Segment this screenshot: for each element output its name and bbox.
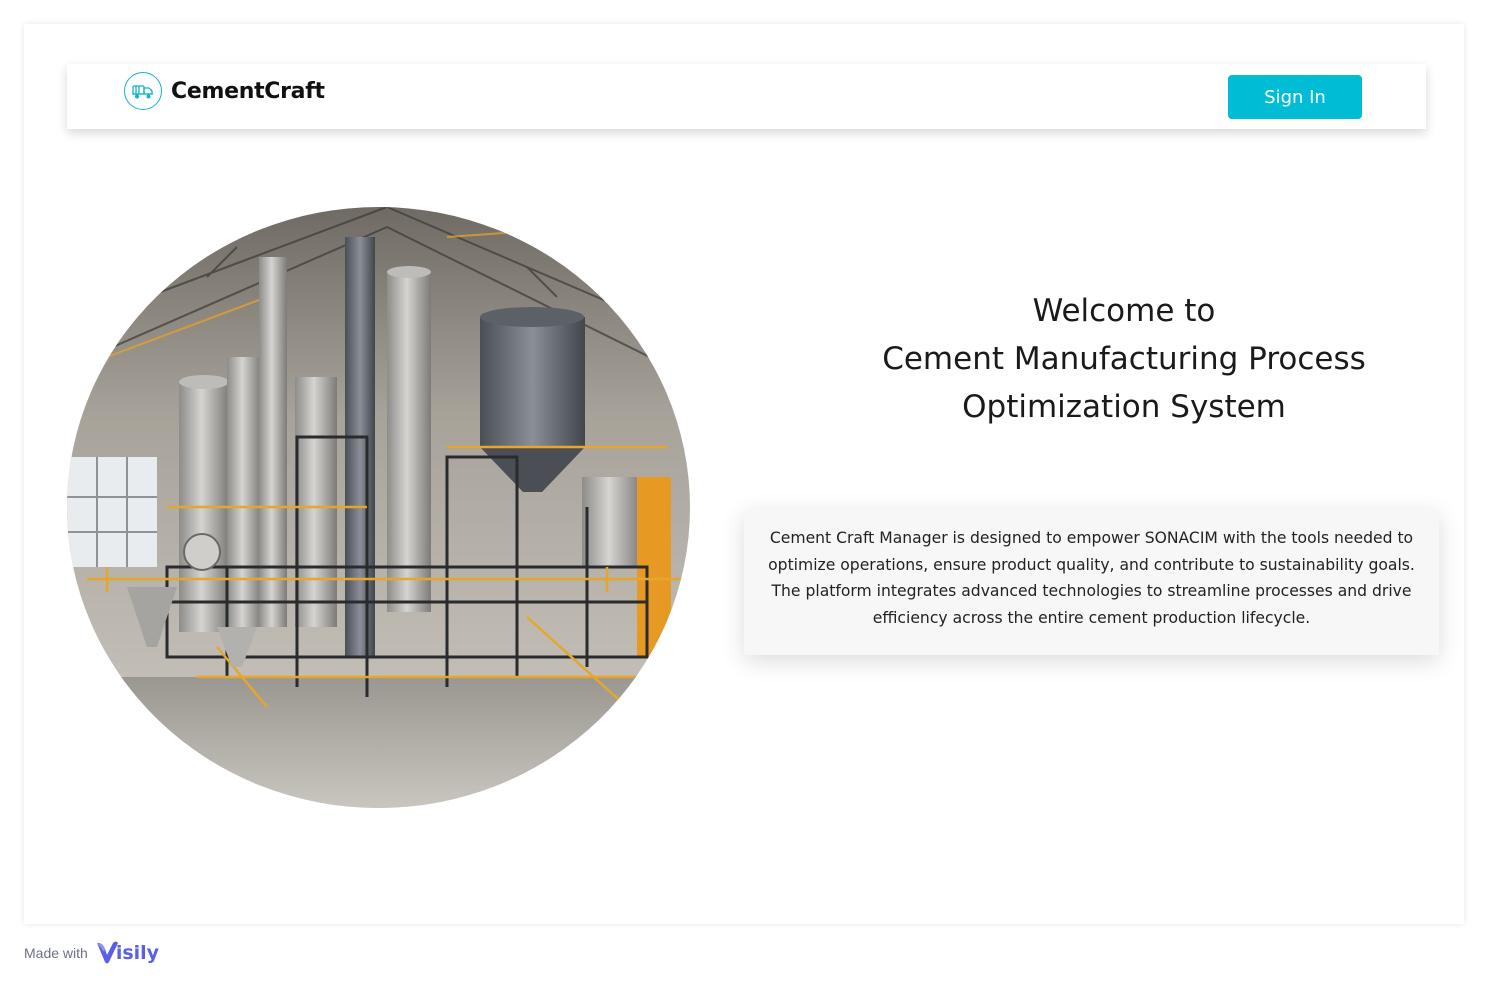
sign-in-button[interactable]: Sign In xyxy=(1228,75,1362,119)
title-line: Optimization System xyxy=(962,389,1286,425)
description-card: Cement Craft Manager is designed to empo… xyxy=(744,509,1439,655)
navbar: CementCraft Sign In xyxy=(67,64,1426,129)
made-with-label: Made with xyxy=(24,945,88,961)
description-line: Cement Craft Manager is designed to empo… xyxy=(769,529,1414,547)
cement-factory-photo xyxy=(67,207,690,808)
app-frame: CementCraft Sign In Welcome to Cement Ma… xyxy=(24,24,1464,924)
visily-logo: isily xyxy=(94,940,159,966)
made-with-badge[interactable]: Made with isily xyxy=(24,940,159,966)
description-line: optimize operations, ensure product qual… xyxy=(768,555,1415,574)
visily-wordmark: isily xyxy=(115,942,160,964)
description-line: The platform integrates advanced technol… xyxy=(771,582,1412,601)
brand-logo[interactable]: CementCraft xyxy=(124,72,325,110)
page-title: Welcome to Cement Manufacturing Process … xyxy=(814,287,1434,431)
brand-name: CementCraft xyxy=(171,78,325,104)
title-line: Cement Manufacturing Process xyxy=(882,341,1366,377)
title-line: Welcome to xyxy=(1032,293,1216,329)
description-line: efficiency across the entire cement prod… xyxy=(872,608,1311,627)
cement-truck-icon xyxy=(124,72,162,110)
